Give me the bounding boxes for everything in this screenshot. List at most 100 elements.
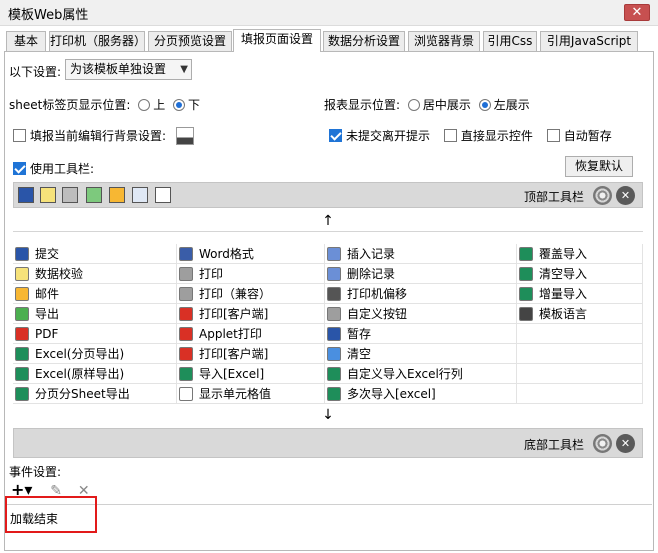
- item-icon: [15, 307, 29, 321]
- toolbar-item[interactable]: 删除记录: [325, 264, 517, 284]
- gear-icon[interactable]: [593, 186, 612, 205]
- blank-icon[interactable]: [155, 187, 171, 203]
- tab-css[interactable]: 引用Css: [483, 31, 537, 51]
- toolbar-item-label: 打印[客户端]: [199, 347, 269, 361]
- report-position-row: 报表显示位置: 居中展示 左展示: [324, 96, 530, 113]
- toolbar-item[interactable]: 清空: [325, 344, 517, 364]
- sheet-top-radio[interactable]: [138, 99, 151, 111]
- toolbar-item[interactable]: 插入记录: [325, 244, 517, 264]
- use-toolbar-row: 使用工具栏:: [13, 160, 94, 177]
- toolbar-item-label: 自定义导入Excel行列: [347, 367, 463, 381]
- printer-icon[interactable]: [62, 187, 78, 203]
- unsubmitted-checkbox[interactable]: [329, 129, 342, 142]
- sheet-bottom-radio[interactable]: [173, 99, 186, 111]
- toolbar-item: [517, 384, 643, 404]
- item-icon: [179, 307, 193, 321]
- item-icon: [15, 267, 29, 281]
- tab-basic[interactable]: 基本: [6, 31, 46, 51]
- use-toolbar-label: 使用工具栏:: [30, 162, 95, 176]
- check-icon[interactable]: [40, 187, 56, 203]
- toolbar-item[interactable]: 邮件: [13, 284, 177, 304]
- toolbar-item[interactable]: 打印机偏移: [325, 284, 517, 304]
- toolbar-item[interactable]: 提交: [13, 244, 177, 264]
- restore-default-button[interactable]: 恢复默认: [565, 156, 633, 177]
- report-center-radio[interactable]: [407, 99, 420, 111]
- toolbar-item-label: 覆盖导入: [539, 247, 588, 261]
- sheet-position-row: sheet标签页显示位置: 上 下: [9, 96, 200, 113]
- toolbar-item-label: Applet打印: [199, 327, 262, 341]
- scope-label: 以下设置:: [9, 65, 62, 79]
- sheet-bottom-label: 下: [188, 98, 201, 112]
- export-icon[interactable]: [86, 187, 102, 203]
- close-button[interactable]: ✕: [624, 4, 650, 21]
- toolbar-item[interactable]: Word格式: [177, 244, 325, 264]
- tab-fill-page-settings[interactable]: 填报页面设置: [233, 29, 321, 52]
- toolbar-item[interactable]: 数据校验: [13, 264, 177, 284]
- toolbar-item-label: PDF: [35, 327, 59, 341]
- toolbar-item[interactable]: 增量导入: [517, 284, 643, 304]
- tab-page-preview[interactable]: 分页预览设置: [148, 31, 232, 51]
- toolbar-item-label: 打印[客户端]: [199, 307, 269, 321]
- tab-javascript[interactable]: 引用JavaScript: [540, 31, 638, 51]
- highlight-bg-checkbox[interactable]: [13, 129, 26, 142]
- item-icon: [179, 347, 193, 361]
- highlight-bg-label: 填报当前编辑行背景设置:: [30, 129, 167, 143]
- toolbar-item[interactable]: 多次导入[excel]: [325, 384, 517, 404]
- toolbar-item[interactable]: 打印[客户端]: [177, 304, 325, 324]
- toolbar-item[interactable]: 导出: [13, 304, 177, 324]
- bottom-toolbar-label: 底部工具栏: [523, 438, 584, 452]
- report-center-label: 居中展示: [422, 98, 471, 112]
- toolbar-item[interactable]: 模板语言: [517, 304, 643, 324]
- item-icon: [15, 287, 29, 301]
- title-bar: 模板Web属性 ✕: [0, 0, 658, 26]
- paint-bucket-icon[interactable]: [175, 127, 194, 145]
- insert-row-icon[interactable]: [132, 187, 148, 203]
- gear-icon[interactable]: [593, 434, 612, 453]
- toolbar-item[interactable]: 自定义导入Excel行列: [325, 364, 517, 384]
- direct-control-checkbox[interactable]: [443, 129, 457, 142]
- toolbar-item[interactable]: 显示单元格值: [177, 384, 325, 404]
- close-icon[interactable]: ✕: [616, 186, 635, 205]
- report-left-label: 左展示: [493, 98, 530, 112]
- toolbar-item[interactable]: 打印: [177, 264, 325, 284]
- tab-browser-background[interactable]: 浏览器背景: [408, 31, 480, 51]
- toolbar-item[interactable]: 暂存: [325, 324, 517, 344]
- toolbar-item[interactable]: 打印（兼容）: [177, 284, 325, 304]
- direct-control-label: 直接显示控件: [460, 129, 533, 143]
- toolbar-item-label: 多次导入[excel]: [347, 387, 436, 401]
- toolbar-item[interactable]: 自定义按钮: [325, 304, 517, 324]
- toolbar-item[interactable]: PDF: [13, 324, 177, 344]
- toolbar-item[interactable]: 覆盖导入: [517, 244, 643, 264]
- item-icon: [519, 287, 533, 301]
- report-left-radio[interactable]: [478, 99, 491, 111]
- close-icon[interactable]: ✕: [616, 434, 635, 453]
- toolbar-item[interactable]: Excel(分页导出): [13, 344, 177, 364]
- tab-printer-server[interactable]: 打印机（服务器）: [49, 31, 145, 51]
- toolbar-item-label: 打印机偏移: [347, 287, 408, 301]
- save-icon[interactable]: [18, 187, 34, 203]
- top-toolbar: 顶部工具栏 ✕: [13, 182, 643, 208]
- item-icon: [519, 267, 533, 281]
- move-down-arrow[interactable]: ↓: [13, 405, 643, 425]
- item-icon: [179, 267, 193, 281]
- move-up-arrow[interactable]: ↑: [13, 210, 643, 232]
- toolbar-item-label: 提交: [35, 247, 60, 261]
- tab-data-analysis[interactable]: 数据分析设置: [323, 31, 405, 51]
- autosave-checkbox[interactable]: [546, 129, 560, 142]
- toolbar-item-label: 数据校验: [35, 267, 84, 281]
- toolbar-item[interactable]: 清空导入: [517, 264, 643, 284]
- toolbar-item-label: 导入[Excel]: [199, 367, 265, 381]
- toolbar-item: [517, 344, 643, 364]
- bottom-toolbar: 底部工具栏 ✕: [13, 428, 643, 458]
- toolbar-item[interactable]: 打印[客户端]: [177, 344, 325, 364]
- toolbar-item[interactable]: Excel(原样导出): [13, 364, 177, 384]
- toolbar-item: [517, 364, 643, 384]
- toolbar-item: [517, 324, 643, 344]
- mail-icon[interactable]: [109, 187, 125, 203]
- toolbar-item[interactable]: Applet打印: [177, 324, 325, 344]
- toolbar-item[interactable]: 导入[Excel]: [177, 364, 325, 384]
- scope-select[interactable]: 为该模板单独设置 ▼: [65, 59, 192, 80]
- use-toolbar-checkbox[interactable]: [13, 162, 26, 175]
- toolbar-item[interactable]: 分页分Sheet导出: [13, 384, 177, 404]
- sheet-top-label: 上: [153, 98, 166, 112]
